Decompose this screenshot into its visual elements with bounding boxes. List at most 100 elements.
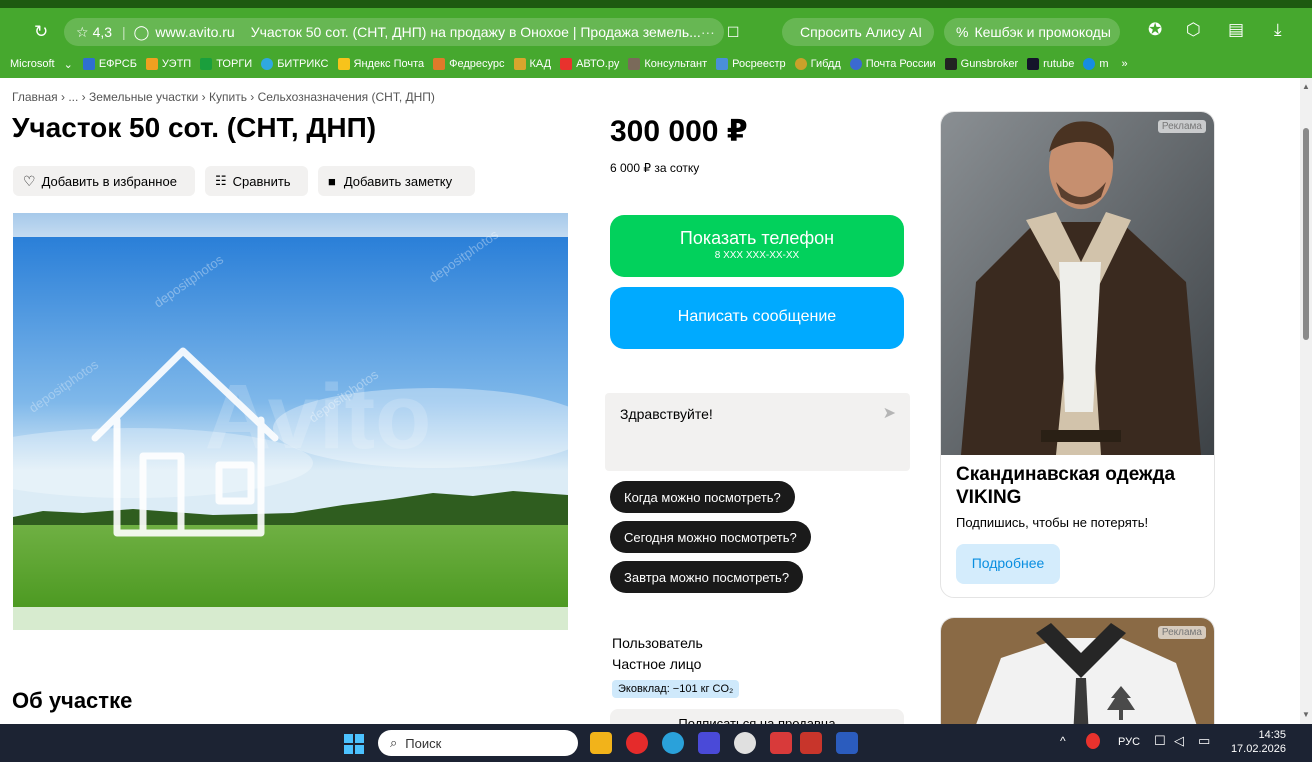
breadcrumb[interactable]: Главная › ... › Земельные участки › Купи… <box>12 90 435 104</box>
battery-icon[interactable]: ▭ <box>1198 733 1210 749</box>
pdf-app-icon[interactable] <box>770 732 792 754</box>
more-bookmarks-icon[interactable]: » <box>1122 58 1128 70</box>
show-phone-button[interactable]: Показать телефон 8 XXX XXX-XX-XX <box>610 215 904 277</box>
compare-button[interactable]: ☷ Сравнить <box>205 166 308 196</box>
autoru-icon <box>560 58 573 70</box>
bookmark-gunsbroker[interactable]: Gunsbroker <box>944 58 1018 70</box>
yandex-browser-icon[interactable] <box>626 732 648 754</box>
bookmark-label: Яндекс Почта <box>353 58 425 70</box>
search-placeholder: Поиск <box>405 735 442 751</box>
app-icon[interactable] <box>698 732 720 754</box>
bookmark-label: КАД <box>529 58 552 70</box>
more-icon[interactable]: ··· <box>701 24 715 40</box>
ad-title[interactable]: Скандинавская одежда VIKING <box>956 463 1206 509</box>
reload-icon[interactable]: ↻ <box>34 22 48 42</box>
tray-app-icon[interactable] <box>1086 733 1100 749</box>
taskbar-search[interactable]: ⌕ Поиск <box>378 730 578 756</box>
separator: | <box>122 24 126 40</box>
bookmark-kad[interactable]: КАД <box>513 58 552 70</box>
bookmark-gibdd[interactable]: Гибдд <box>794 58 841 70</box>
add-note-button[interactable]: ■ Добавить заметку <box>318 166 475 196</box>
extension-doc-icon[interactable]: ▤ <box>1228 20 1244 40</box>
quick-question-chip[interactable]: Завтра можно посмотреть? <box>610 561 804 593</box>
torgi-icon <box>200 58 213 70</box>
subscribe-seller-button[interactable]: Подписаться на продавца <box>610 709 904 724</box>
cashback-button[interactable]: % Кешбэк и промокоды <box>944 18 1120 46</box>
windows-start-icon[interactable] <box>344 734 364 754</box>
page-title: Участок 50 сот. (СНТ, ДНП) <box>12 112 377 143</box>
bookmark-bitrix[interactable]: БИТРИКС <box>261 58 329 70</box>
app-icon[interactable] <box>734 732 756 754</box>
ask-alice-label: Спросить Алису AI <box>800 24 923 40</box>
send-icon[interactable]: ➤ <box>883 403 896 423</box>
bookmark-yandex-mail[interactable]: Яндекс Почта <box>337 58 425 70</box>
write-message-label: Написать сообщение <box>677 308 837 325</box>
eco-badge: Эковклад: −101 кг CO₂ <box>612 680 740 698</box>
shield-icon: ◯ <box>133 23 150 40</box>
scrollbar-thumb[interactable] <box>1303 128 1309 340</box>
seller-name[interactable]: Пользователь <box>612 635 703 651</box>
search-icon: ⌕ <box>390 735 398 750</box>
about-section-heading: Об участке <box>12 688 133 713</box>
bookmark-label: m <box>1099 58 1109 70</box>
clock[interactable]: 14:35 17.02.2026 <box>1222 728 1286 756</box>
bookmark-consultant[interactable]: Консультант <box>628 58 707 70</box>
scroll-up-icon[interactable]: ▲ <box>1302 82 1310 91</box>
add-to-favorites-button[interactable]: ♡ Добавить в избранное <box>13 166 195 196</box>
quick-question-chip[interactable]: Сегодня можно посмотреть? <box>610 521 811 553</box>
telegram-icon[interactable] <box>662 732 684 754</box>
file-explorer-icon[interactable] <box>590 732 612 754</box>
message-text: Здравствуйте! <box>620 406 713 422</box>
bookmarks-bar: Microsoft ⌄ ЕФРСБ УЭТП ТОРГИ БИТРИКС Янд… <box>0 53 1312 75</box>
percent-icon: % <box>956 24 969 40</box>
cashback-label: Кешбэк и промокоды <box>974 24 1111 40</box>
quick-question-chip[interactable]: Когда можно посмотреть? <box>610 481 795 513</box>
bookmark-label: ТОРГИ <box>216 58 253 70</box>
at-icon <box>1083 58 1096 70</box>
bookmark-rosreestr[interactable]: Росреестр <box>716 58 786 70</box>
rosreestr-icon <box>716 58 729 70</box>
bookmark-efrsb[interactable]: ЕФРСБ <box>82 58 137 70</box>
word-icon[interactable] <box>836 732 858 754</box>
puzzle-icon[interactable]: ⬡ <box>1186 20 1201 40</box>
bookmark-pochta[interactable]: Почта России <box>849 58 936 70</box>
extension-icon[interactable]: ✪ <box>1148 20 1162 40</box>
bookmark-fedresurs[interactable]: Федресурс <box>433 58 505 70</box>
phone-masked: 8 XXX XXX-XX-XX <box>714 250 800 261</box>
volume-icon[interactable]: ◁ <box>1174 733 1184 749</box>
land-photo-image: Avito depositphotos depositphotos deposi… <box>13 213 568 630</box>
bookmark-mail[interactable]: m <box>1083 58 1109 70</box>
bookmark-torgi[interactable]: ТОРГИ <box>200 58 252 70</box>
note-icon: ■ <box>328 173 336 189</box>
ad-card[interactable]: Реклама Скандинавская одежда VIKING Подп… <box>940 111 1215 598</box>
bookmark-microsoft[interactable]: Microsoft <box>10 58 55 70</box>
excel-red-icon[interactable] <box>800 732 822 754</box>
listing-price: 300 000 ₽ <box>610 115 748 148</box>
gunsbroker-icon <box>944 58 957 70</box>
chevron-down-icon[interactable]: ⌄ <box>64 58 73 71</box>
message-input[interactable]: Здравствуйте! ➤ <box>605 393 910 471</box>
ad-subtitle: Подпишись, чтобы не потерять! <box>956 515 1149 530</box>
chevron-up-icon[interactable]: ^ <box>1060 734 1066 748</box>
download-icon[interactable]: ⤓ <box>1274 20 1282 40</box>
bookmark-label: УЭТП <box>161 58 192 70</box>
bookmark-rutube[interactable]: rutube <box>1027 58 1074 70</box>
page-scrollbar[interactable]: ▲ ▼ <box>1300 78 1312 724</box>
bookmark-autoru[interactable]: АВТО.ру <box>560 58 619 70</box>
star-icon: ☆ <box>76 23 89 40</box>
uetp-icon <box>145 58 158 70</box>
ad-more-button[interactable]: Подробнее <box>956 544 1060 584</box>
bookmark-uetp[interactable]: УЭТП <box>145 58 192 70</box>
bookmark-icon[interactable]: ☐ <box>727 24 740 41</box>
listing-photo[interactable]: Avito depositphotos depositphotos deposi… <box>13 213 568 630</box>
language-indicator[interactable]: РУС <box>1118 736 1140 748</box>
bookmark-label: rutube <box>1043 58 1075 70</box>
address-bar[interactable]: ☆ 4,3 | ◯ www.avito.ru Участок 50 сот. (… <box>64 18 739 46</box>
ask-alice-button[interactable]: Спросить Алису AI <box>782 18 934 46</box>
show-phone-label: Показать телефон <box>679 228 835 248</box>
scroll-down-icon[interactable]: ▼ <box>1302 710 1310 719</box>
write-message-button[interactable]: Написать сообщение <box>610 287 904 349</box>
ad-card[interactable]: Реклама <box>940 617 1215 724</box>
ad-tag: Реклама <box>1157 120 1206 133</box>
network-icon[interactable]: ☐ <box>1154 733 1166 749</box>
